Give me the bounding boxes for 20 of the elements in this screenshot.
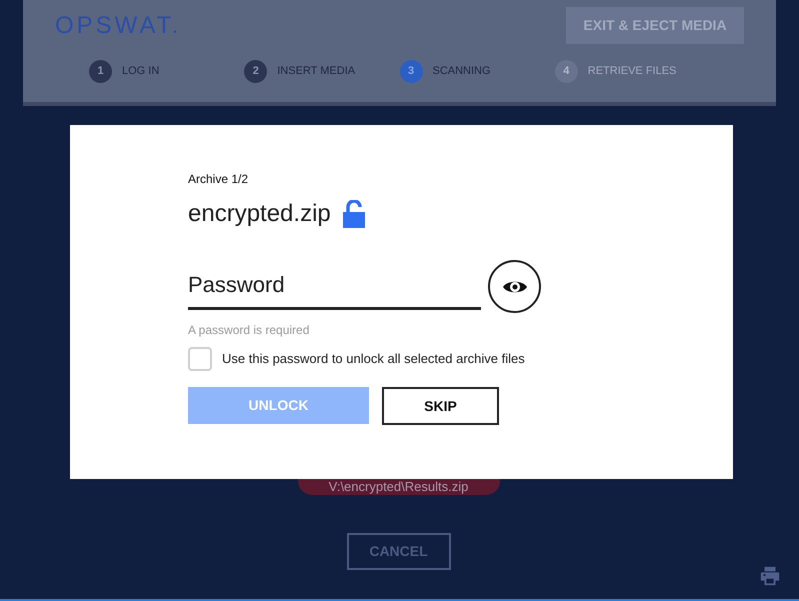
file-name: encrypted.zip (188, 199, 331, 229)
step-label: RETRIEVE FILES (588, 64, 676, 80)
cancel-button[interactable]: CANCEL (346, 533, 450, 570)
step-number: 2 (244, 60, 268, 83)
printer-icon[interactable] (759, 565, 781, 587)
step-label: INSERT MEDIA (277, 64, 356, 80)
skip-button[interactable]: SKIP (382, 387, 499, 425)
step-label: SCANNING (432, 64, 491, 80)
unlocked-padlock-icon (342, 200, 365, 228)
archive-count: Archive 1/2 (188, 171, 250, 188)
step-number: 4 (554, 60, 578, 83)
step-number: 1 (89, 60, 112, 83)
show-password-button[interactable] (488, 260, 541, 313)
step-number: 3 (400, 60, 422, 83)
apply-all-label: Use this password to unlock all selected archive files (222, 350, 525, 368)
password-field[interactable]: Password (188, 264, 481, 310)
checkbox[interactable] (188, 347, 212, 371)
step-label: LOG IN (122, 64, 160, 80)
error-message: A password is required (188, 322, 310, 339)
exit-eject-button[interactable]: EXIT & EJECT MEDIA (566, 7, 744, 44)
